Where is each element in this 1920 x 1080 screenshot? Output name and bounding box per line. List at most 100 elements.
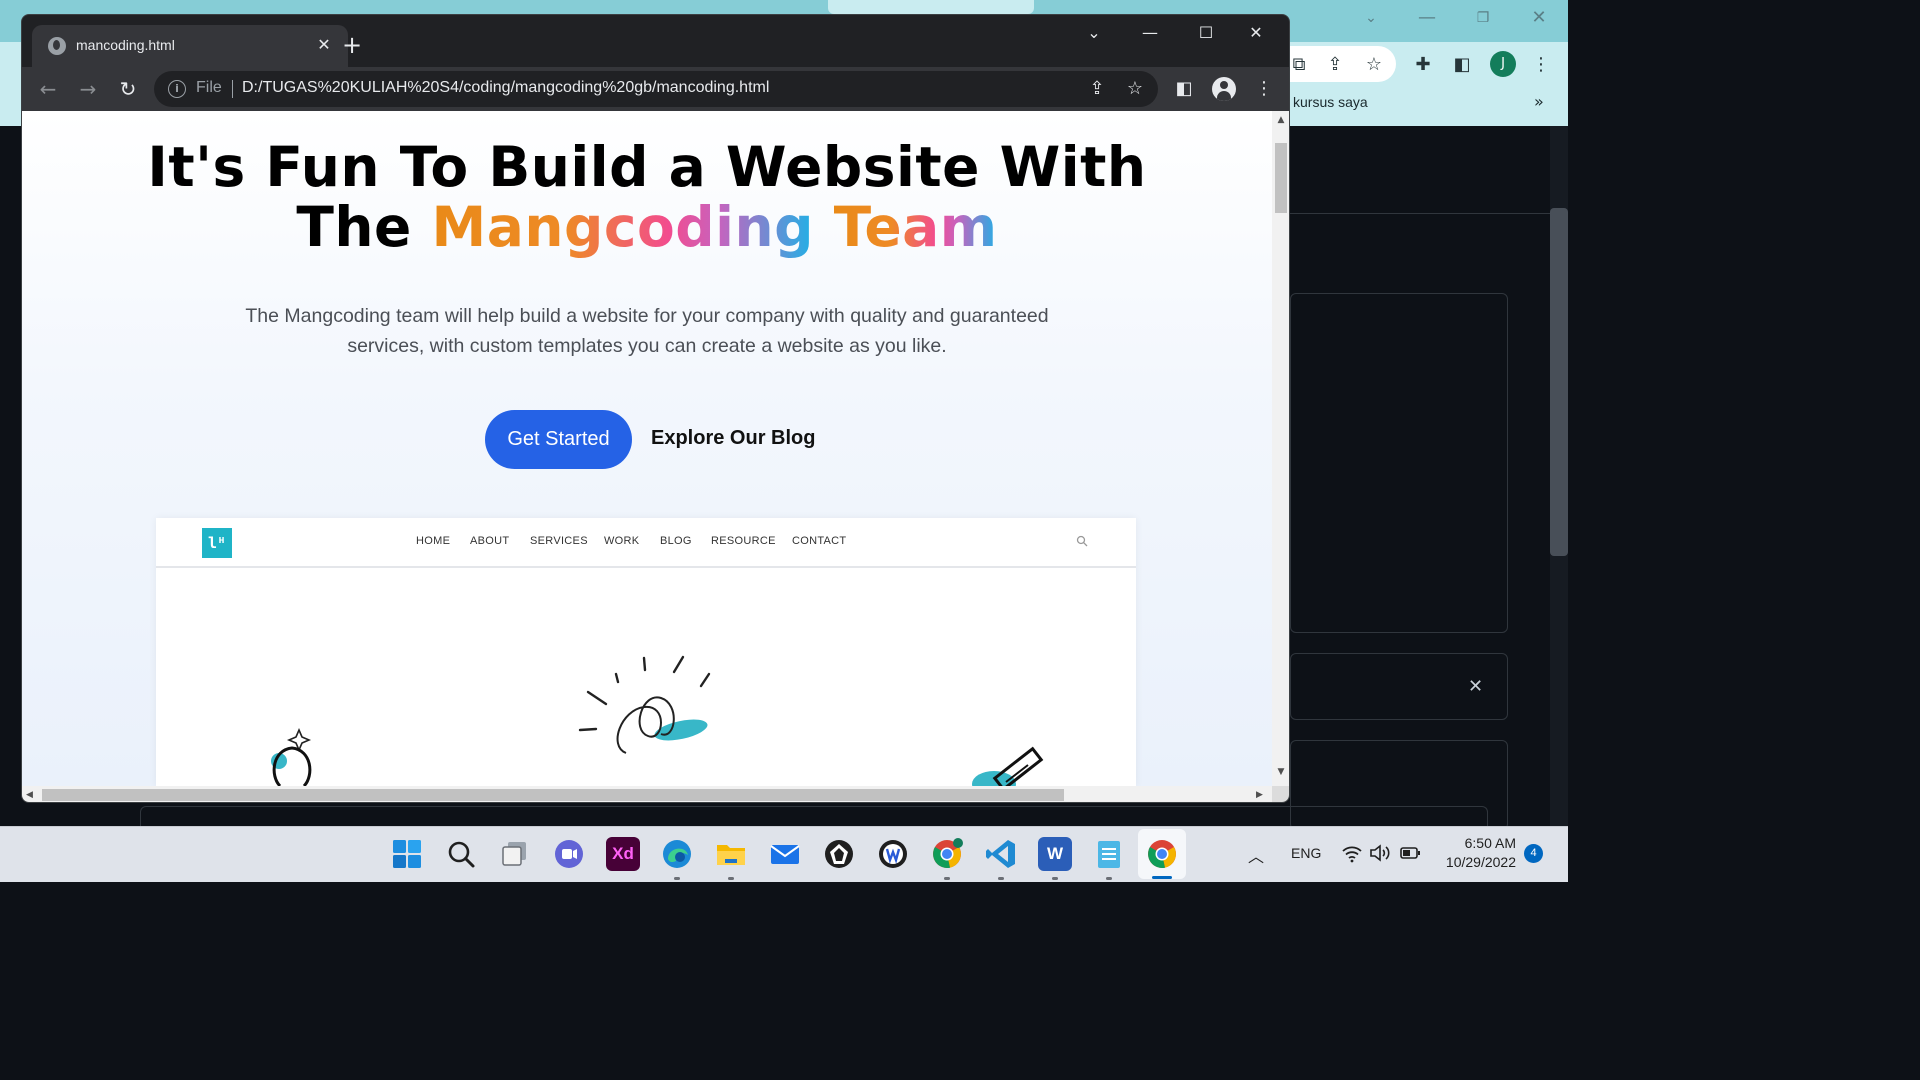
scroll-right-arrow-icon[interactable]: ▶ <box>1256 788 1268 802</box>
side-panel-icon[interactable]: ◧ <box>1449 52 1475 78</box>
vscode-icon[interactable] <box>984 837 1018 871</box>
scrollbar-corner <box>1272 786 1289 802</box>
tab-title: mancoding.html <box>76 37 175 53</box>
minimize-icon[interactable]: — <box>1130 19 1170 47</box>
preview-logo: lᴴ <box>202 528 232 558</box>
running-indicator <box>998 877 1004 880</box>
close-tab-icon[interactable]: ✕ <box>312 33 336 57</box>
scroll-up-arrow-icon[interactable]: ▲ <box>1273 115 1289 127</box>
scroll-down-arrow-icon[interactable]: ▼ <box>1273 767 1289 779</box>
background-restore-icon[interactable]: ❐ <box>1468 6 1498 30</box>
site-preview-image: lᴴ HOME ABOUT SERVICES WORK BLOG RESOURC… <box>156 518 1136 786</box>
preview-navbar: lᴴ HOME ABOUT SERVICES WORK BLOG RESOURC… <box>156 518 1136 568</box>
menu-kebab-icon[interactable]: ⋮ <box>1250 75 1278 103</box>
bookmark-star-icon[interactable]: ☆ <box>1361 52 1387 78</box>
hero-title-brand: Mangcoding <box>431 195 815 259</box>
new-tab-button[interactable]: + <box>338 31 366 59</box>
mail-icon[interactable] <box>768 837 802 871</box>
app-icon[interactable] <box>822 837 856 871</box>
background-input[interactable] <box>140 806 1488 826</box>
notification-badge[interactable]: 4 <box>1524 844 1543 863</box>
url-scheme-label: File <box>196 79 222 96</box>
preview-nav-blog: BLOG <box>660 535 692 547</box>
preview-nav-home: HOME <box>416 535 451 547</box>
address-bar[interactable]: i File D:/TUGAS%20KULIAH%20S4/coding/man… <box>154 71 1158 107</box>
browser-window: mancoding.html ✕ + ⌄ — ☐ ✕ ← → ↻ i File … <box>21 14 1290 803</box>
share-icon[interactable]: ⇪ <box>1084 76 1110 102</box>
background-card <box>1290 293 1508 633</box>
preview-nav-work: WORK <box>604 535 640 547</box>
info-icon[interactable]: i <box>168 80 186 98</box>
file-explorer-icon[interactable] <box>714 837 748 871</box>
reload-icon[interactable]: ↻ <box>114 75 142 103</box>
globe-icon <box>48 37 66 55</box>
tab-search-icon[interactable]: ⌄ <box>1074 19 1114 47</box>
wifi-icon[interactable] <box>1341 843 1363 863</box>
bookmark-star-icon[interactable]: ☆ <box>1122 76 1148 102</box>
chrome-profile-icon[interactable] <box>930 837 964 871</box>
browser-toolbar: ← → ↻ i File D:/TUGAS%20KULIAH%20S4/codi… <box>22 67 1289 111</box>
hero-title-the: The <box>296 195 412 259</box>
maximize-icon[interactable]: ☐ <box>1186 19 1226 47</box>
bookmarks-overflow-icon[interactable]: » <box>1534 92 1544 111</box>
running-indicator <box>1106 877 1112 880</box>
hero-title: It's Fun To Build a Website With The Man… <box>22 137 1272 257</box>
menu-kebab-icon[interactable]: ⋮ <box>1528 52 1554 78</box>
background-browser-tab[interactable] <box>828 0 1034 14</box>
running-indicator <box>728 877 734 880</box>
close-window-icon[interactable]: ✕ <box>1236 19 1276 47</box>
edge-icon[interactable] <box>660 837 694 871</box>
hero-description: The Mangcoding team will help build a we… <box>245 305 1049 357</box>
hero-title-line1: It's Fun To Build a Website With <box>147 135 1147 199</box>
teams-chat-icon[interactable] <box>552 837 586 871</box>
page-viewport: It's Fun To Build a Website With The Man… <box>22 111 1272 786</box>
start-icon[interactable] <box>390 837 424 871</box>
preview-nav-resource: RESOURCE <box>711 535 776 547</box>
background-minimize-icon[interactable]: — <box>1412 6 1442 30</box>
notepad-icon[interactable] <box>1092 837 1126 871</box>
preview-illustration <box>271 655 1044 786</box>
active-app-indicator <box>1152 876 1172 879</box>
url-text[interactable]: D:/TUGAS%20KULIAH%20S4/coding/mangcoding… <box>242 79 769 97</box>
horizontal-scrollbar-thumb[interactable] <box>42 789 1064 801</box>
forward-icon[interactable]: → <box>74 75 102 103</box>
taskbar: Xd W ︿ ENG 6:50 AM 10/29/2022 4 <box>0 826 1568 882</box>
sparkle-lines-icon <box>578 655 711 732</box>
preview-nav-contact: CONTACT <box>792 535 847 547</box>
vertical-scrollbar-thumb[interactable] <box>1275 143 1287 213</box>
get-started-button[interactable]: Get Started <box>485 410 632 469</box>
app-icon-2[interactable] <box>876 837 910 871</box>
explore-blog-link[interactable]: Explore Our Blog <box>651 427 815 450</box>
input-language[interactable]: ENG <box>1291 845 1321 861</box>
battery-icon[interactable] <box>1399 843 1421 863</box>
bookmark-item[interactable]: kursus saya <box>1293 94 1368 110</box>
background-close-icon[interactable]: ✕ <box>1524 6 1554 30</box>
extensions-icon[interactable]: ✚ <box>1410 52 1436 78</box>
share-icon[interactable]: ⇪ <box>1322 52 1348 78</box>
side-panel-icon[interactable]: ◧ <box>1170 75 1198 103</box>
clock-date[interactable]: 10/29/2022 <box>1424 854 1516 870</box>
running-indicator <box>674 877 680 880</box>
adobe-xd-icon[interactable]: Xd <box>606 837 640 871</box>
background-tab-search-icon[interactable]: ⌄ <box>1356 6 1386 30</box>
ruler-pencil-icon <box>972 746 1044 786</box>
profile-icon[interactable] <box>1212 77 1236 101</box>
word-icon[interactable]: W <box>1038 837 1072 871</box>
search-icon <box>1076 535 1088 547</box>
search-icon[interactable] <box>444 837 478 871</box>
volume-icon[interactable] <box>1369 843 1391 863</box>
task-view-icon[interactable] <box>498 837 532 871</box>
close-icon[interactable]: ✕ <box>1468 676 1483 697</box>
scroll-left-arrow-icon[interactable]: ◀ <box>26 788 38 802</box>
back-icon[interactable]: ← <box>34 75 62 103</box>
chrome-icon[interactable] <box>1145 837 1179 871</box>
show-hidden-icons-icon[interactable]: ︿ <box>1248 843 1264 867</box>
preview-nav-services: SERVICES <box>530 535 588 547</box>
divider <box>232 80 233 98</box>
squiggle-icon <box>616 696 675 754</box>
background-scrollbar-thumb[interactable] <box>1550 208 1568 556</box>
tab-mancoding[interactable]: mancoding.html ✕ <box>32 25 348 67</box>
running-indicator <box>1052 877 1058 880</box>
clock-time[interactable]: 6:50 AM <box>1440 835 1516 851</box>
profile-avatar[interactable]: J <box>1490 51 1516 77</box>
